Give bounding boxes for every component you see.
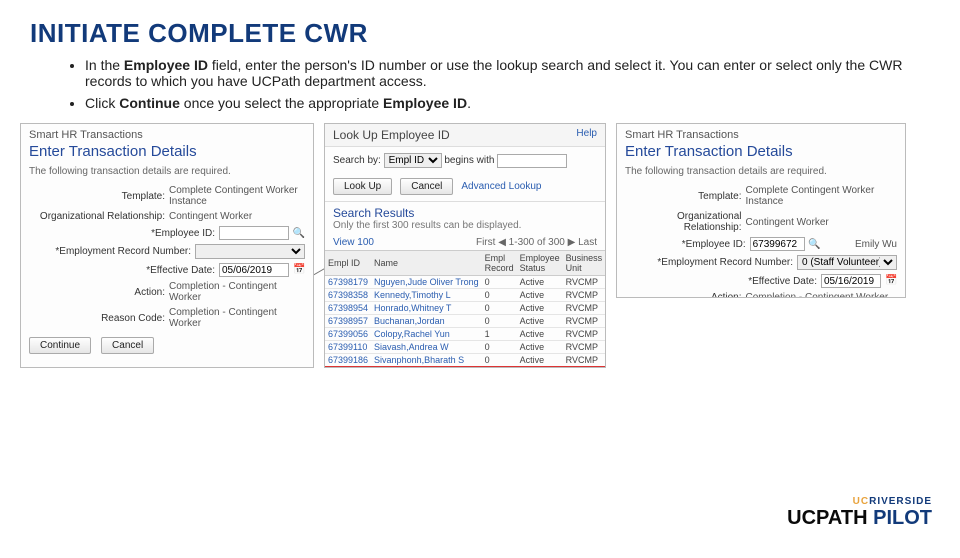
range-label: 1-300 of 300 (509, 237, 565, 248)
action-value: Completion - Contingent Worker (169, 281, 305, 303)
table-row[interactable]: 67399110Siavash,Andrea W0ActiveRVCMP (325, 341, 605, 354)
page-title: Enter Transaction Details (21, 141, 313, 166)
panel-enter-transaction-filled: Smart HR Transactions Enter Transaction … (616, 123, 906, 298)
col-header[interactable]: Empl Record (482, 251, 517, 276)
subtitle: The following transaction details are re… (21, 166, 313, 183)
col-header[interactable]: Empl ID (325, 251, 371, 276)
table-row[interactable]: 67398358Kennedy,Timothy L0ActiveRVCMP (325, 289, 605, 302)
bullet-list: In the Employee ID field, enter the pers… (85, 57, 960, 111)
table-row[interactable]: 67398957Buchanan,Jordan0ActiveRVCMP (325, 315, 605, 328)
col-header[interactable]: Employee Status (517, 251, 563, 276)
template-value: Complete Contingent Worker Instance (169, 185, 305, 207)
empid-resolved-name: Emily Wu (825, 239, 897, 250)
page-title: Enter Transaction Details (617, 141, 905, 166)
search-icon[interactable]: 🔍 (293, 227, 305, 239)
breadcrumb: Smart HR Transactions (617, 124, 905, 141)
emprec-label: *Employment Record Number: (29, 246, 191, 257)
table-row[interactable]: 67399672Wu,Emily A0ActiveRVCMP (325, 367, 605, 369)
search-icon[interactable]: 🔍 (809, 238, 821, 250)
empid-input[interactable] (219, 226, 289, 240)
effdt-label: *Effective Date: (625, 276, 817, 287)
breadcrumb: Smart HR Transactions (21, 124, 313, 141)
table-row[interactable]: 67399056Colopy,Rachel Yun1ActiveRVCMP (325, 328, 605, 341)
empid-label: *Employee ID: (29, 228, 215, 239)
calendar-icon[interactable]: 📅 (293, 264, 305, 276)
bullet-1: In the Employee ID field, enter the pers… (85, 57, 905, 89)
lookup-title: Look Up Employee ID (325, 124, 605, 147)
help-link[interactable]: Help (576, 128, 597, 139)
calendar-icon[interactable]: 📅 (885, 275, 897, 287)
template-label: Template: (625, 191, 742, 202)
effdt-label: *Effective Date: (29, 265, 215, 276)
table-row[interactable]: 67398179Nguyen,Jude Oliver Trong0ActiveR… (325, 276, 605, 289)
first-label: First (476, 237, 495, 248)
reason-value: Completion - Contingent Worker (169, 307, 305, 329)
last-label: Last (578, 237, 597, 248)
emprec-select[interactable] (195, 244, 305, 259)
table-row[interactable]: 67398954Honrado,Whitney T0ActiveRVCMP (325, 302, 605, 315)
template-value: Complete Contingent Worker Instance (746, 185, 897, 207)
subtitle: The following transaction details are re… (617, 166, 905, 183)
reason-label: Reason Code: (29, 313, 165, 324)
slide-title: INITIATE COMPLETE CWR (30, 18, 960, 49)
empid-input[interactable] (750, 237, 805, 251)
bullet-2: Click Continue once you select the appro… (85, 95, 905, 111)
panel-lookup-employee: Look Up Employee ID Help Search by: Empl… (324, 123, 606, 368)
search-results-header: Search Results (325, 202, 605, 220)
col-header[interactable]: Name (371, 251, 482, 276)
ucriverside-ucpath-logo: UCRIVERSIDE UCPATH PILOT (787, 496, 932, 530)
search-results-limit: Only the first 300 results can be displa… (325, 220, 605, 235)
empid-label: *Employee ID: (625, 239, 746, 250)
orgrel-value: Contingent Worker (746, 217, 897, 228)
action-label: Action: (625, 292, 742, 298)
effdt-input[interactable] (219, 263, 289, 277)
col-header[interactable]: Business Unit (563, 251, 606, 276)
results-header-row: Empl IDNameEmpl RecordEmployee StatusBus… (325, 251, 605, 276)
searchby-label: Search by: (333, 155, 381, 166)
emprec-select[interactable]: 0 (Staff Volunteer) (797, 255, 897, 270)
cancel-button[interactable]: Cancel (101, 337, 154, 354)
search-op: begins with (444, 155, 494, 166)
orgrel-value: Contingent Worker (169, 211, 305, 222)
search-field-select[interactable]: Empl ID (384, 153, 442, 168)
advanced-lookup-link[interactable]: Advanced Lookup (461, 181, 541, 192)
view-100-link[interactable]: View 100 (333, 237, 374, 248)
emprec-label: *Employment Record Number: (625, 257, 793, 268)
search-input[interactable] (497, 154, 567, 168)
continue-button[interactable]: Continue (29, 337, 91, 354)
lookup-cancel-button[interactable]: Cancel (400, 178, 453, 195)
results-table: Empl IDNameEmpl RecordEmployee StatusBus… (325, 250, 605, 368)
effdt-input[interactable] (821, 274, 881, 288)
template-label: Template: (29, 191, 165, 202)
action-value: Completion - Contingent Worker (746, 292, 897, 298)
orgrel-label: Organizational Relationship: (625, 211, 742, 233)
lookup-button[interactable]: Look Up (333, 178, 392, 195)
orgrel-label: Organizational Relationship: (29, 211, 165, 222)
action-label: Action: (29, 287, 165, 298)
table-row[interactable]: 67399186Sivanphonh,Bharath S0ActiveRVCMP (325, 354, 605, 367)
panel-enter-transaction-blank: Smart HR Transactions Enter Transaction … (20, 123, 314, 368)
